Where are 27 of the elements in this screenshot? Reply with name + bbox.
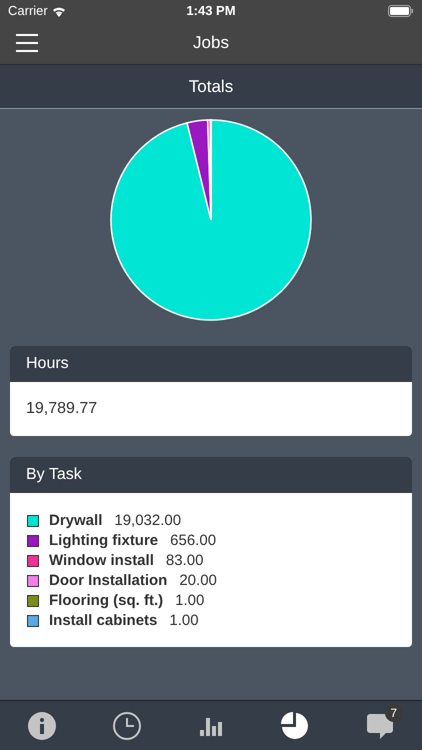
- menu-button[interactable]: [16, 34, 38, 52]
- task-value: 1.00: [175, 590, 204, 611]
- task-value: 656.00: [170, 530, 216, 551]
- nav-title: Jobs: [193, 32, 229, 54]
- wifi-icon: [52, 6, 66, 16]
- task-name: Door Installation: [49, 570, 168, 591]
- status-time: 1:43 PM: [186, 2, 236, 20]
- task-value: 19,032.00: [114, 510, 182, 531]
- task-value: 1.00: [169, 610, 199, 631]
- task-value: 20.00: [179, 570, 217, 591]
- tab-bar-item[interactable]: 7: [354, 704, 405, 748]
- task-value: 83.00: [166, 550, 204, 571]
- carrier-label: Carrier: [8, 2, 48, 20]
- clock-icon: [112, 710, 142, 740]
- hours-value: 19,789.77: [26, 399, 98, 419]
- card-title: By Task: [26, 465, 82, 485]
- task-name: Window install: [49, 550, 154, 571]
- pie-chart-icon: [280, 710, 310, 740]
- info-icon: [28, 712, 56, 740]
- section-header: Totals: [0, 65, 422, 109]
- task-name: Lighting fixture: [49, 530, 158, 551]
- card-title: Hours: [26, 354, 69, 374]
- task-name: Flooring (sq. ft.): [49, 590, 164, 611]
- battery-icon: [388, 5, 414, 17]
- task-name: Install cabinets: [49, 610, 158, 631]
- notification-badge: 7: [384, 704, 403, 722]
- task-name: Drywall: [49, 510, 102, 531]
